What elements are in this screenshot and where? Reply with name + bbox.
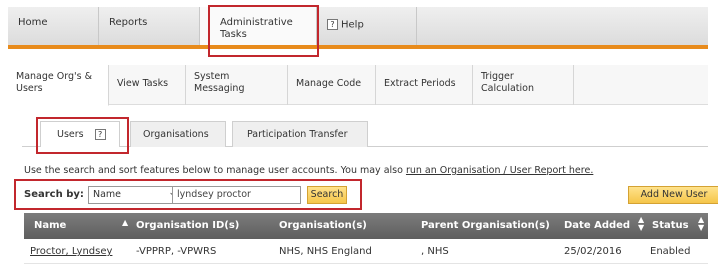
tab-participation-transfer[interactable]: Participation Transfer	[232, 121, 368, 147]
highlight-box-search	[14, 179, 362, 210]
col-parent-organisations[interactable]: Parent Organisation(s)	[421, 220, 550, 231]
tab-organisations[interactable]: Organisations	[130, 121, 226, 147]
subnav-manage-orgs-users[interactable]: Manage Org's & Users	[8, 65, 109, 106]
subnav-system-messaging-label: System Messaging	[194, 71, 245, 94]
highlight-box-admin-tasks	[208, 5, 319, 57]
subnav-manage-code[interactable]: Manage Code	[288, 65, 376, 105]
col-name[interactable]: Name	[34, 220, 66, 231]
sort-icon[interactable]: ▲ ▼	[698, 216, 704, 232]
nav-home[interactable]: Home	[8, 7, 99, 45]
tab-organisations-label: Organisations	[143, 129, 209, 140]
add-new-user-button[interactable]: Add New User	[628, 186, 718, 204]
sort-icon[interactable]: ▲ ▼	[638, 216, 644, 232]
help-icon: ?	[327, 19, 338, 30]
tab-participation-transfer-label: Participation Transfer	[247, 129, 348, 140]
cell-date-added: 25/02/2016	[564, 246, 622, 257]
col-organisations[interactable]: Organisation(s)	[279, 220, 367, 231]
subnav-trigger-calculation[interactable]: Trigger Calculation	[473, 65, 574, 105]
subnav-system-messaging[interactable]: System Messaging	[186, 65, 288, 105]
subnav-extract-periods[interactable]: Extract Periods	[376, 65, 473, 105]
sub-nav: Manage Org's & Users View Tasks System M…	[8, 65, 708, 106]
sort-up-icon[interactable]: ▲	[122, 218, 128, 227]
subnav-manage-code-label: Manage Code	[296, 78, 362, 89]
cell-org-ids: -VPPRP, -VPWRS	[136, 246, 217, 257]
top-nav: Home Reports Administrative Tasks ? Help	[8, 7, 708, 49]
report-link[interactable]: run an Organisation / User Report here.	[406, 165, 593, 176]
table-header: Name ▲ Organisation ID(s) Organisation(s…	[24, 213, 708, 239]
nav-help-label: Help	[341, 19, 364, 31]
subnav-manage-orgs-users-label: Manage Org's & Users	[16, 71, 92, 94]
cell-parent-orgs: , NHS	[421, 246, 449, 257]
cell-status: Enabled	[650, 246, 691, 257]
subnav-trigger-calculation-label: Trigger Calculation	[481, 71, 534, 94]
col-organisation-ids[interactable]: Organisation ID(s)	[136, 220, 239, 231]
cell-orgs: NHS, NHS England	[279, 246, 372, 257]
nav-help[interactable]: ? Help	[317, 7, 417, 45]
subnav-view-tasks-label: View Tasks	[117, 78, 169, 89]
col-status[interactable]: Status	[652, 220, 689, 231]
info-text: Use the search and sort features below t…	[24, 165, 593, 176]
info-text-body: Use the search and sort features below t…	[24, 165, 406, 176]
table-row: Proctor, Lyndsey -VPPRP, -VPWRS NHS, NHS…	[24, 240, 708, 264]
nav-home-label: Home	[18, 17, 48, 28]
subnav-view-tasks[interactable]: View Tasks	[109, 65, 186, 105]
nav-reports[interactable]: Reports	[99, 7, 200, 45]
highlight-box-users-tab	[36, 117, 129, 154]
user-name-link[interactable]: Proctor, Lyndsey	[30, 246, 112, 257]
nav-reports-label: Reports	[109, 17, 148, 28]
subnav-extract-periods-label: Extract Periods	[384, 78, 456, 89]
col-date-added[interactable]: Date Added	[564, 220, 630, 231]
